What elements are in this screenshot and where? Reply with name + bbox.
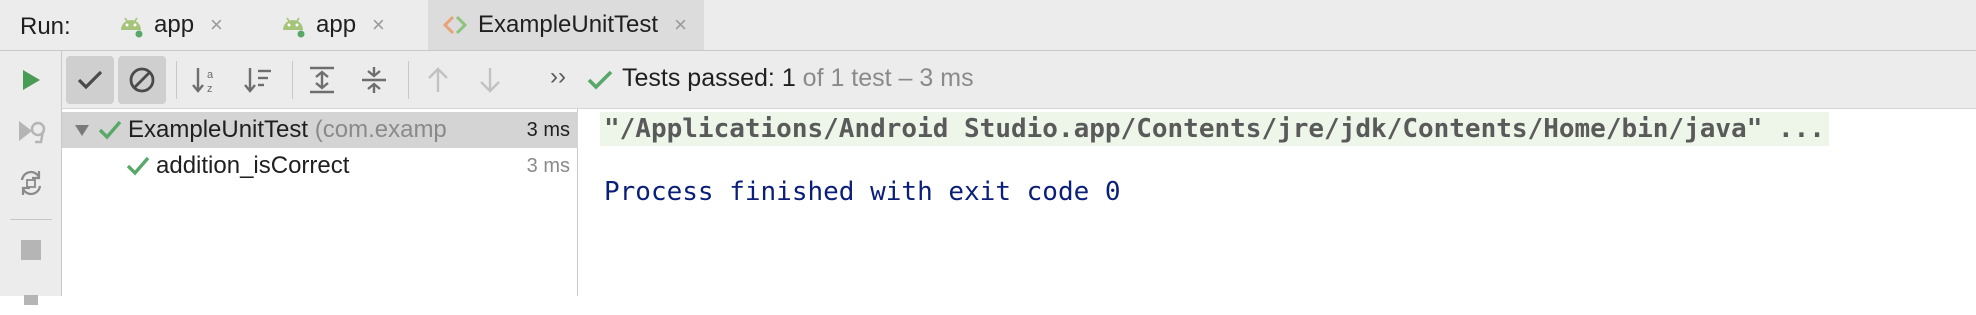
rerun-failed-button[interactable] [14,115,48,149]
play-icon [23,70,40,90]
sort-alpha-icon: a z [192,68,214,95]
tab-app-2[interactable]: app × [280,0,385,50]
rerun-failed-icon [19,121,46,144]
arrow-down-icon [480,68,500,93]
test-class-icon [442,12,468,38]
expand-all-button[interactable] [298,56,346,104]
sort-by-duration-button[interactable] [234,56,282,104]
status-count: 1 [781,64,796,92]
ignored-icon [129,67,155,93]
test-name: ExampleUnitTest [128,116,309,143]
console-output[interactable]: "/Applications/Android Studio.app/Conten… [578,109,1976,296]
android-icon [280,12,306,38]
check-icon [126,156,150,176]
check-icon [77,70,103,90]
android-icon [118,12,144,38]
close-icon[interactable]: × [210,12,223,38]
expand-arrow-icon [75,125,89,136]
more-icon [24,295,38,305]
test-tree: ExampleUnitTest (com.examp 3 ms addition… [62,109,578,296]
stop-icon [21,240,41,260]
test-duration: 3 ms [526,119,570,141]
toolbar-separator [408,61,409,99]
stop-button[interactable] [14,233,48,267]
status-summary: of 1 test – 3 ms [795,64,974,92]
tab-app-1[interactable]: app × [118,0,223,50]
tab-label: app [316,11,357,38]
test-class-name: ExampleUnitTest (com.examp [128,116,447,144]
test-package: (com.examp [308,116,447,143]
previous-failed-button[interactable] [414,56,462,104]
svg-text:a: a [207,69,214,81]
rerun-button[interactable] [14,63,48,97]
auto-rerun-icon [20,170,42,196]
check-icon [587,70,613,90]
toggle-auto-test-button[interactable] [14,166,48,200]
collapse-all-icon [362,67,386,93]
toolbar-separator [292,61,293,99]
svg-text:z: z [207,83,213,95]
tree-row-example-unit-test[interactable]: ExampleUnitTest (com.examp 3 ms [62,112,578,148]
test-status-bar: Tests passed: 1 of 1 test – 3 ms [578,51,1976,109]
sort-duration-icon [244,68,271,93]
tree-row-addition-is-correct[interactable]: addition_isCorrect 3 ms [62,148,578,184]
more-button[interactable] [14,281,48,315]
show-passed-button[interactable] [66,56,114,104]
close-icon[interactable]: × [674,12,687,38]
console-command-line: "/Applications/Android Studio.app/Conten… [600,112,1829,146]
next-failed-button[interactable] [466,56,514,104]
expand-all-icon [310,66,334,94]
tab-example-unit-test[interactable]: ExampleUnitTest × [428,0,704,50]
toolbar-separator [176,61,177,99]
toolbar-divider [10,219,52,220]
toolbar-overflow-button[interactable]: ›› [550,63,566,91]
show-ignored-button[interactable] [118,56,166,104]
tab-label: app [154,11,195,38]
collapse-all-button[interactable] [350,56,398,104]
status-label: Tests passed: [622,64,782,92]
sort-alphabetically-button[interactable]: a z [182,56,230,104]
test-method-name: addition_isCorrect [156,152,350,179]
test-tree-toolbar: a z ›› [62,51,578,109]
console-process-finished: Process finished with exit code 0 [604,177,1121,207]
run-label: Run: [20,13,71,40]
tab-label: ExampleUnitTest [478,11,659,38]
run-tab-bar: Run: app × app × ExampleUnitTest × [0,0,1976,51]
check-icon [98,120,122,140]
tests-passed-status: Tests passed: 1 of 1 test – 3 ms [622,64,974,93]
test-duration: 3 ms [526,155,570,177]
run-side-toolbar [0,51,62,305]
close-icon[interactable]: × [372,12,385,38]
arrow-up-icon [428,67,448,92]
